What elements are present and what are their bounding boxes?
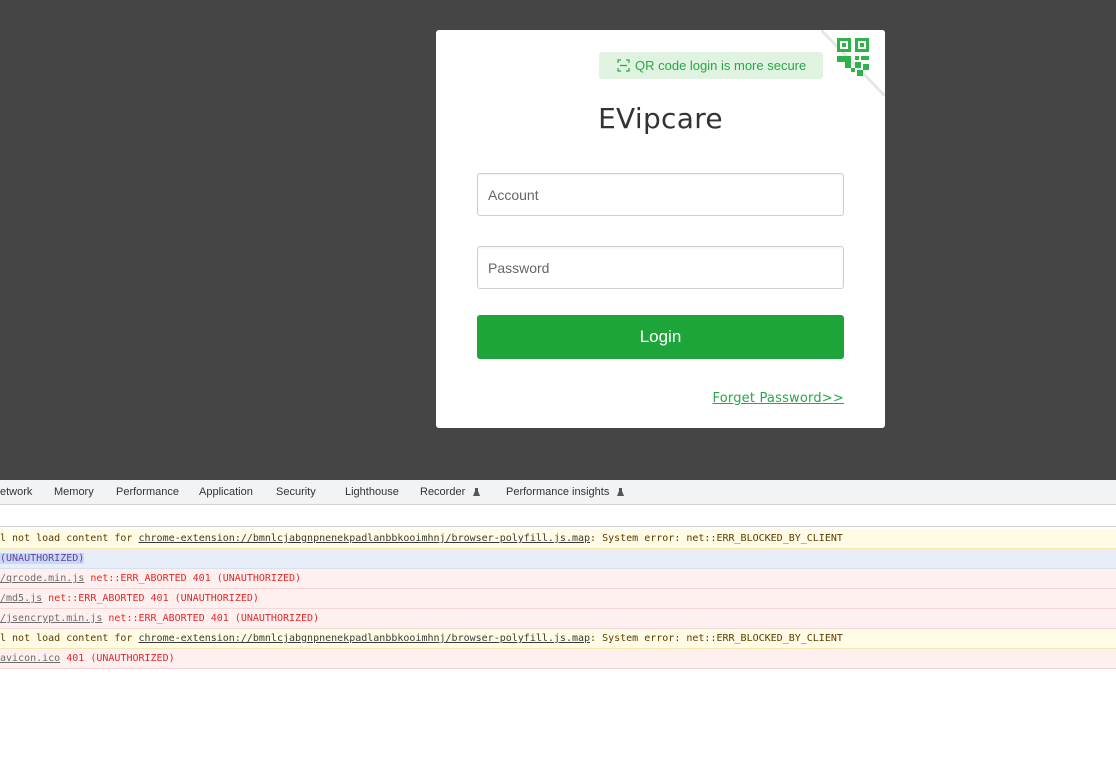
source-link[interactable]: /qrcode.min.js <box>0 573 84 584</box>
tab-performance-insights-label: Performance insights <box>506 486 610 498</box>
qr-tip-text: QR code login is more secure <box>635 58 807 73</box>
tab-performance-insights[interactable]: Performance insights <box>506 480 625 505</box>
tab-memory[interactable]: Memory <box>54 480 94 505</box>
devtools-panel: etwork Memory Performance Application Se… <box>0 480 1116 780</box>
row-text: (UNAUTHORIZED) <box>0 553 85 564</box>
tab-performance[interactable]: Performance <box>116 480 179 505</box>
source-link[interactable]: /jsencrypt.min.js <box>0 613 102 624</box>
qr-code-icon[interactable] <box>821 30 885 96</box>
tab-recorder-label: Recorder <box>420 486 466 498</box>
console-row: /qrcode.min.js net::ERR_ABORTED 401 (UNA… <box>0 569 1116 589</box>
console-log: l not load content for chrome-extension:… <box>0 529 1116 669</box>
devtools-tab-bar: etwork Memory Performance Application Se… <box>0 480 1116 505</box>
brand-title: EVipcare <box>598 102 723 135</box>
console-row: /md5.js net::ERR_ABORTED 401 (UNAUTHORIZ… <box>0 589 1116 609</box>
source-link[interactable]: chrome-extension://bmnlcjabgnpnenekpadla… <box>138 633 590 644</box>
tab-lighthouse[interactable]: Lighthouse <box>345 480 399 505</box>
tab-application[interactable]: Application <box>199 480 253 505</box>
password-input[interactable] <box>478 247 843 288</box>
account-input[interactable] <box>478 174 843 215</box>
row-text: net::ERR_ABORTED 401 (UNAUTHORIZED) <box>42 593 259 604</box>
row-text: 401 (UNAUTHORIZED) <box>60 653 175 664</box>
tab-network[interactable]: etwork <box>0 480 32 505</box>
source-link[interactable]: avicon.ico <box>0 653 60 664</box>
forget-password-link[interactable]: Forget Password>> <box>713 391 844 406</box>
flask-icon <box>473 488 481 496</box>
row-text: : System error: net::ERR_BLOCKED_BY_CLIE… <box>590 633 843 644</box>
password-field[interactable] <box>477 246 844 289</box>
source-link[interactable]: chrome-extension://bmnlcjabgnpnenekpadla… <box>138 533 590 544</box>
source-link[interactable]: /md5.js <box>0 593 42 604</box>
page-background: QR code login is more secure EVipcare Ac… <box>0 0 1116 480</box>
row-text: : System error: net::ERR_BLOCKED_BY_CLIE… <box>590 533 843 544</box>
tab-security[interactable]: Security <box>276 480 316 505</box>
account-field[interactable] <box>477 173 844 216</box>
tab-recorder[interactable]: Recorder <box>420 480 481 505</box>
console-toolbar <box>0 505 1116 527</box>
scan-icon <box>617 59 630 72</box>
console-row: avicon.ico 401 (UNAUTHORIZED) <box>0 649 1116 669</box>
login-card: QR code login is more secure EVipcare Ac… <box>436 30 885 428</box>
row-text: l not load content for <box>0 533 139 544</box>
qr-login-tip[interactable]: QR code login is more secure <box>599 52 823 79</box>
console-row: (UNAUTHORIZED) <box>0 549 1116 569</box>
login-button[interactable]: Login <box>477 315 844 359</box>
console-row: l not load content for chrome-extension:… <box>0 629 1116 649</box>
console-row: l not load content for chrome-extension:… <box>0 529 1116 549</box>
row-text: net::ERR_ABORTED 401 (UNAUTHORIZED) <box>84 573 302 584</box>
console-row: /jsencrypt.min.js net::ERR_ABORTED 401 (… <box>0 609 1116 629</box>
row-text: net::ERR_ABORTED 401 (UNAUTHORIZED) <box>102 613 320 624</box>
flask-icon <box>617 488 625 496</box>
row-text: l not load content for <box>0 633 139 644</box>
